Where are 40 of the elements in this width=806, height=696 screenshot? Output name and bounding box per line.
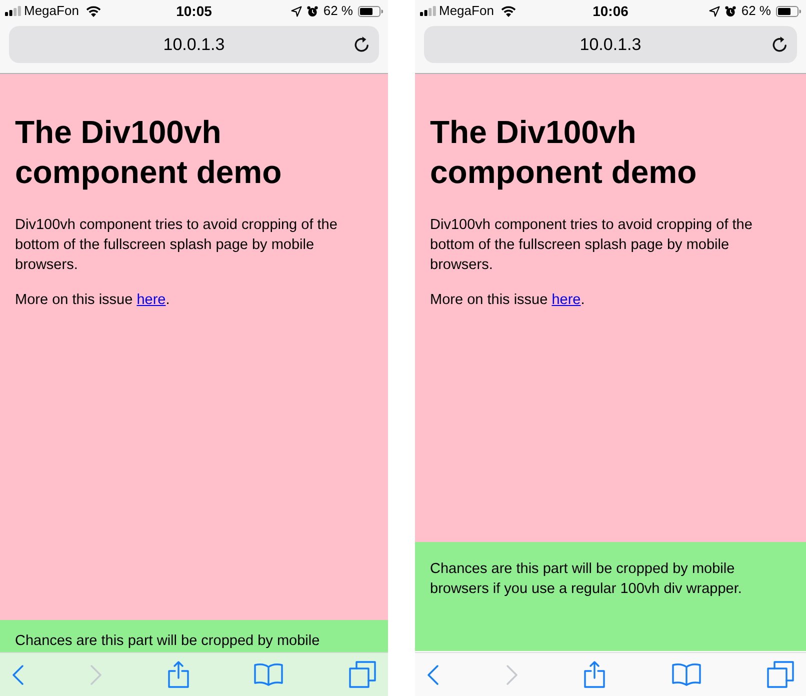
battery-icon xyxy=(358,6,383,16)
intro-paragraph: Div100vh component tries to avoid cropping of the bottom of the fullscreen splash page by mobile browsers. xyxy=(430,216,754,275)
here-link[interactable]: here xyxy=(552,292,581,308)
carrier-name: MegaFon xyxy=(24,2,79,20)
signal-bars-icon xyxy=(5,6,21,16)
more-info-sentence: More on this issue here. xyxy=(15,291,171,310)
location-arrow-icon xyxy=(291,6,302,16)
page-heading: The Div100vh component demo xyxy=(15,113,283,192)
signal-bars-icon xyxy=(420,6,436,16)
chevron-left-icon[interactable] xyxy=(12,664,24,684)
reload-icon[interactable] xyxy=(772,36,788,53)
location-arrow-icon xyxy=(709,6,720,16)
status-time: 10:06 xyxy=(592,2,628,20)
intro-paragraph: Div100vh component tries to avoid cropping of the bottom of the fullscreen splash page by mobile browsers. xyxy=(15,216,338,275)
alarm-clock-icon xyxy=(725,6,736,16)
carrier-name: MegaFon xyxy=(439,2,494,20)
url-text: 10.0.1.3 xyxy=(163,34,225,56)
wifi-icon xyxy=(500,6,516,16)
url-text: 10.0.1.3 xyxy=(580,34,642,56)
reload-icon[interactable] xyxy=(354,36,370,53)
chevron-left-icon[interactable] xyxy=(427,664,439,684)
footer-text: Chances are this part will be cropped by mobile browsers if you use a regular 100vh div wrapper. xyxy=(430,560,743,599)
open-book-icon[interactable] xyxy=(672,663,700,686)
footer-text: Chances are this part will be cropped by mobile xyxy=(15,632,321,651)
alarm-clock-icon xyxy=(307,6,318,16)
battery-percent: 62 % xyxy=(741,2,771,20)
status-time: 10:05 xyxy=(176,2,212,20)
overlapping-squares-icon[interactable] xyxy=(767,661,794,688)
open-book-icon[interactable] xyxy=(254,663,284,686)
wifi-icon xyxy=(86,6,101,16)
address-bar[interactable]: 10.0.1.3 xyxy=(9,26,379,63)
page-heading: The Div100vh component demo xyxy=(430,113,698,192)
more-info-sentence: More on this issue here. xyxy=(430,291,586,310)
overlapping-squares-icon[interactable] xyxy=(349,661,376,688)
here-link[interactable]: here xyxy=(136,292,166,308)
battery-icon xyxy=(776,6,801,16)
address-bar[interactable]: 10.0.1.3 xyxy=(424,26,797,63)
share-icon[interactable] xyxy=(168,661,188,688)
battery-percent: 62 % xyxy=(323,2,353,20)
share-icon[interactable] xyxy=(584,661,605,688)
